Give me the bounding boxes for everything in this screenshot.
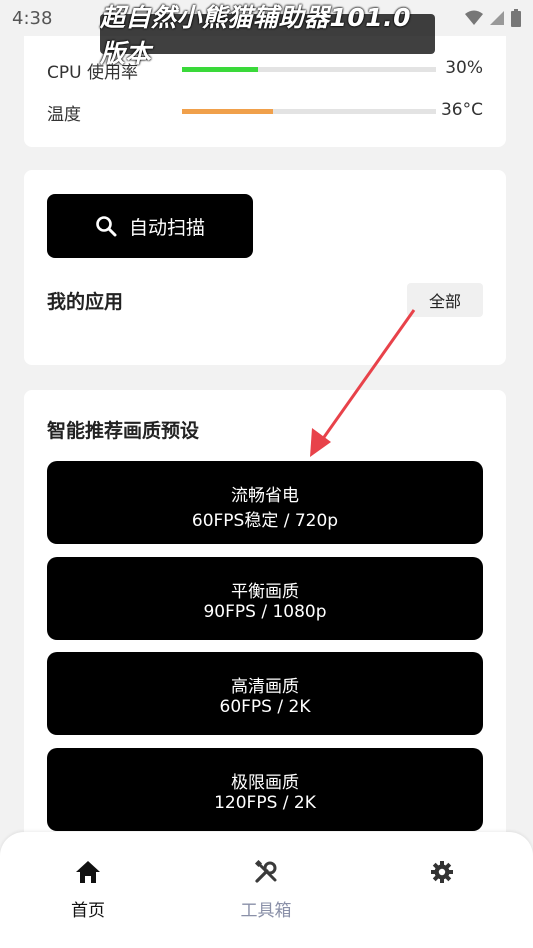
presets-card: 智能推荐画质预设 流畅省电 60FPS稳定 / 720p 平衡画质 90FPS … bbox=[24, 390, 506, 850]
auto-scan-button[interactable]: 自动扫描 bbox=[47, 194, 253, 258]
status-time: 4:38 bbox=[12, 8, 53, 29]
temperature-label: 温度 bbox=[47, 105, 81, 125]
preset-name: 平衡画质 bbox=[231, 582, 299, 602]
preset-name: 流畅省电 bbox=[231, 486, 299, 506]
preset-button-balanced[interactable]: 平衡画质 90FPS / 1080p bbox=[47, 557, 483, 640]
temperature-progress-fill bbox=[182, 109, 274, 114]
gear-icon bbox=[431, 861, 453, 883]
filter-all-button[interactable]: 全部 bbox=[407, 283, 483, 317]
preset-detail: 90FPS / 1080p bbox=[203, 602, 327, 622]
nav-settings[interactable] bbox=[382, 860, 502, 920]
preset-detail: 60FPS稳定 / 720p bbox=[191, 511, 339, 531]
status-icons bbox=[465, 8, 521, 28]
gesture-bar-area bbox=[0, 938, 533, 948]
preset-button-extreme[interactable]: 极限画质 120FPS / 2K bbox=[47, 748, 483, 831]
presets-title: 智能推荐画质预设 bbox=[47, 420, 200, 442]
temperature-row: 温度 36°C bbox=[47, 96, 483, 126]
bottom-navigation: 首页 工具箱 bbox=[0, 832, 533, 948]
preset-button-smooth[interactable]: 流畅省电 60FPS稳定 / 720p bbox=[47, 461, 483, 544]
home-icon bbox=[76, 861, 100, 883]
temperature-progress-track bbox=[182, 109, 436, 114]
overlay-title-banner: 超自然小熊猫辅助器101.0版本 bbox=[100, 3, 435, 68]
preset-detail: 60FPS / 2K bbox=[219, 697, 311, 717]
preset-button-hd[interactable]: 高清画质 60FPS / 2K bbox=[47, 652, 483, 735]
nav-home-label: 首页 bbox=[71, 901, 105, 921]
preset-detail: 120FPS / 2K bbox=[214, 793, 316, 813]
nav-tools[interactable]: 工具箱 bbox=[206, 859, 326, 921]
nav-home[interactable]: 首页 bbox=[28, 860, 148, 921]
apps-card: 自动扫描 我的应用 全部 bbox=[24, 170, 506, 365]
auto-scan-label: 自动扫描 bbox=[128, 216, 205, 239]
battery-icon bbox=[511, 9, 521, 27]
wifi-icon bbox=[465, 10, 483, 25]
preset-name: 极限画质 bbox=[231, 773, 299, 793]
preset-name: 高清画质 bbox=[231, 677, 299, 697]
tools-icon bbox=[254, 859, 277, 883]
cpu-value: 30% bbox=[445, 58, 483, 78]
nav-tools-label: 工具箱 bbox=[240, 901, 292, 921]
signal-icon bbox=[490, 11, 504, 25]
temperature-value: 36°C bbox=[440, 100, 483, 120]
my-apps-title: 我的应用 bbox=[47, 291, 124, 313]
search-icon bbox=[96, 216, 117, 237]
